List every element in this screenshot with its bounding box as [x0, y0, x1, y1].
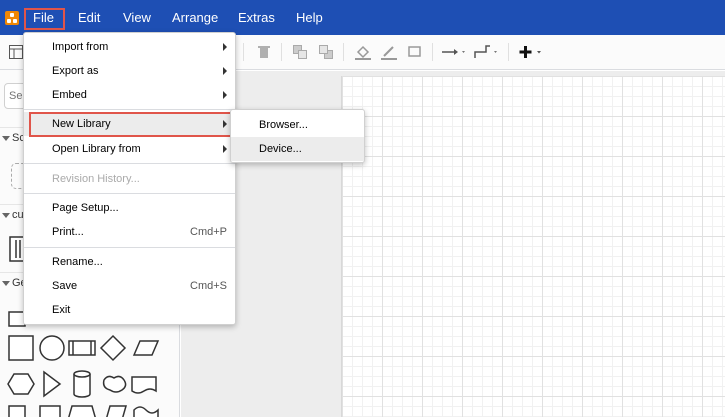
toolbar-separator	[343, 43, 344, 61]
menu-separator	[24, 247, 235, 248]
collapse-triangle-icon	[2, 281, 10, 286]
insert-plus-icon[interactable]	[519, 45, 545, 59]
parallelogram-shape-icon[interactable]	[132, 340, 160, 356]
menu-item-export-as[interactable]: Export as	[24, 59, 235, 83]
menu-item-label: Save	[52, 280, 78, 292]
submenu-item-device[interactable]: Device...	[231, 137, 364, 161]
menu-shortcut: Cmd+S	[190, 280, 227, 292]
note-shape-icon[interactable]	[39, 405, 61, 417]
menu-item-save[interactable]: Save Cmd+S	[24, 274, 235, 298]
to-back-icon[interactable]	[319, 45, 333, 59]
collapse-triangle-icon	[2, 136, 10, 141]
drawio-logo-icon[interactable]	[5, 11, 19, 25]
submenu-arrow-icon	[223, 91, 227, 99]
table-shape-icon[interactable]	[8, 405, 26, 417]
menu-shortcut: Cmd+P	[190, 226, 227, 238]
data-shape-icon[interactable]	[106, 405, 127, 417]
menu-item-print[interactable]: Print... Cmd+P	[24, 220, 235, 244]
menu-item-label: Export as	[52, 65, 99, 77]
menu-arrange[interactable]: Arrange	[172, 6, 218, 29]
toolbar-separator	[243, 43, 244, 61]
menu-item-label: Open Library from	[52, 143, 141, 155]
new-library-submenu: Browser... Device...	[230, 109, 365, 163]
to-front-icon[interactable]	[293, 45, 307, 59]
menu-item-label: Exit	[52, 304, 71, 316]
toolbar-separator	[432, 43, 433, 61]
waypoints-icon[interactable]	[474, 44, 500, 60]
trapezoid-shape-icon[interactable]	[68, 405, 96, 417]
line-color-icon[interactable]	[381, 44, 397, 60]
submenu-arrow-icon	[223, 67, 227, 75]
menu-item-label: Browser...	[259, 119, 308, 131]
menu-file[interactable]: File	[33, 6, 54, 29]
menu-item-open-library-from[interactable]: Open Library from	[24, 137, 235, 161]
menu-item-label: Device...	[259, 143, 302, 155]
menu-item-revision-history: Revision History...	[24, 167, 235, 191]
delete-icon[interactable]	[258, 45, 270, 59]
diagram-page-grid[interactable]	[341, 76, 725, 417]
sidebar-section-label: cu	[12, 209, 24, 221]
menu-separator	[24, 109, 235, 110]
menu-item-embed[interactable]: Embed	[24, 83, 235, 107]
document-shape-icon[interactable]	[131, 376, 157, 394]
file-menu-dropdown: Import from Export as Embed New Library …	[23, 32, 236, 325]
shadow-icon[interactable]	[408, 45, 422, 59]
submenu-arrow-icon	[223, 145, 227, 153]
hexagon-shape-icon[interactable]	[7, 373, 35, 395]
menu-separator	[24, 193, 235, 194]
connection-style-icon[interactable]	[442, 46, 468, 58]
menu-item-label: Revision History...	[52, 173, 140, 185]
diamond-shape-icon[interactable]	[99, 334, 127, 362]
format-panel-icon[interactable]	[9, 45, 23, 59]
menu-item-exit[interactable]: Exit	[24, 298, 235, 322]
menu-item-rename[interactable]: Rename...	[24, 250, 235, 274]
menu-item-label: Embed	[52, 89, 87, 101]
menu-item-label: Print...	[52, 226, 84, 238]
menu-extras[interactable]: Extras	[238, 6, 275, 29]
menu-item-label: Rename...	[52, 256, 103, 268]
toolbar-separator	[508, 43, 509, 61]
menubar: File Edit View Arrange Extras Help	[0, 0, 725, 35]
menu-help[interactable]: Help	[296, 6, 323, 29]
menu-edit[interactable]: Edit	[78, 6, 100, 29]
tape-shape-icon[interactable]	[133, 406, 159, 417]
menu-item-label: Import from	[52, 41, 109, 53]
submenu-item-browser[interactable]: Browser...	[231, 113, 364, 137]
menu-view[interactable]: View	[123, 6, 151, 29]
cloud-shape-icon[interactable]	[102, 375, 127, 393]
fill-color-icon[interactable]	[355, 44, 371, 60]
toolbar-separator	[281, 43, 282, 61]
triangle-shape-icon[interactable]	[43, 370, 62, 398]
menu-item-import-from[interactable]: Import from	[24, 35, 235, 59]
menu-item-label: Page Setup...	[52, 202, 119, 214]
menu-item-page-setup[interactable]: Page Setup...	[24, 196, 235, 220]
submenu-arrow-icon	[223, 43, 227, 51]
square-shape-icon[interactable]	[8, 335, 34, 361]
collapse-triangle-icon	[2, 213, 10, 218]
circle-shape-icon[interactable]	[39, 335, 65, 361]
new-library-highlight	[29, 112, 232, 137]
menu-separator	[24, 163, 235, 164]
